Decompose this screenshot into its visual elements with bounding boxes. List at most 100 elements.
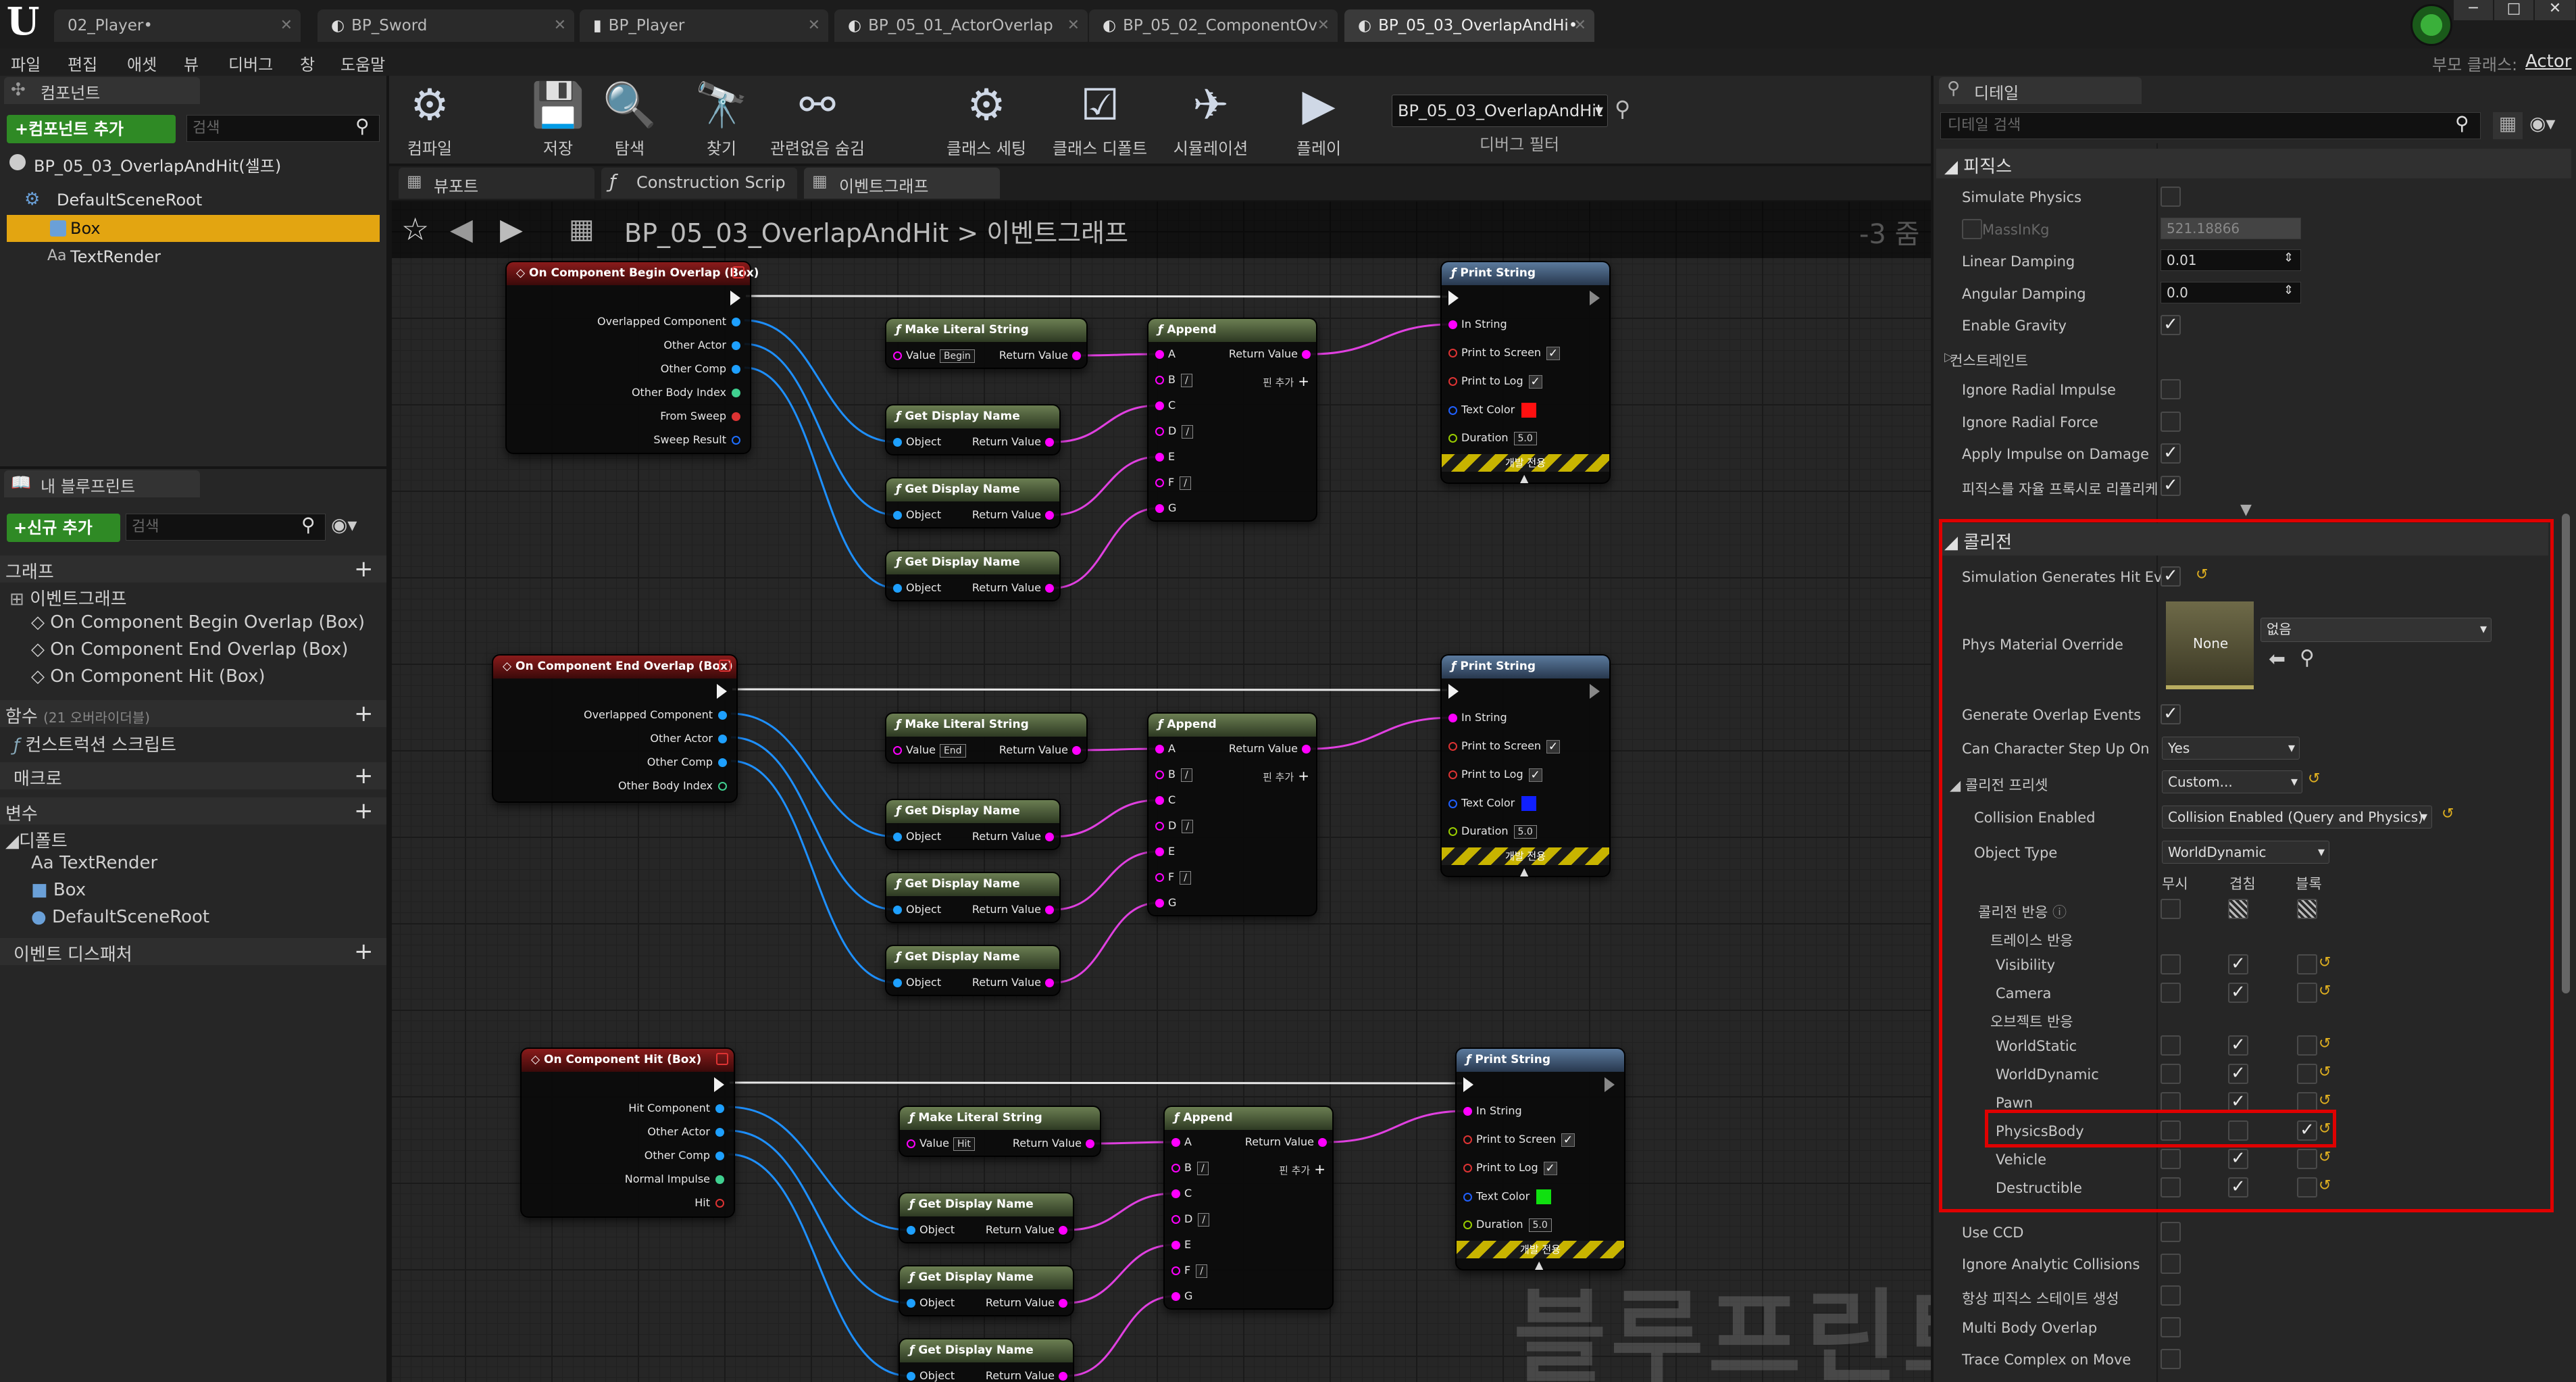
object-input-pin[interactable]: Object [893, 976, 941, 989]
append-node[interactable]: ƒ Append A B / C D / E F / G Return Value 핀 추가 + [1147, 318, 1317, 522]
get-display-name-node[interactable]: ƒ Get Display Name Object Return Value [885, 945, 1061, 996]
green-status-icon[interactable] [2410, 4, 2452, 46]
event-node[interactable]: ◇ On Component Hit (Box) Hit Component Oth… [520, 1047, 735, 1218]
play-button[interactable]: ▶ 플레이 [1265, 76, 1373, 159]
find-button[interactable]: 🔭 찾기 [667, 76, 776, 159]
window-minimize-button[interactable]: ─ [2454, 0, 2493, 20]
add-pin-button[interactable]: 핀 추가 + [1263, 373, 1309, 389]
dispatchers-header[interactable]: 이벤트 디스패처 + [0, 938, 386, 965]
pin-value-box[interactable]: / [1180, 768, 1192, 782]
physics-row-number-input[interactable]: 521.18866 [2161, 217, 2301, 239]
pin-checkbox[interactable]: ✓ [1528, 374, 1542, 389]
value-input-pin[interactable]: Value Hit [907, 1137, 975, 1151]
window-maximize-button[interactable]: □ [2494, 0, 2533, 20]
return-value-pin[interactable]: Return Value [972, 508, 1054, 521]
append-input-pin[interactable]: A [1171, 1135, 1192, 1148]
append-node[interactable]: ƒ Append A B / C D / E F / G Return Value 핀 추가 + [1163, 1106, 1334, 1310]
menu-item[interactable]: 디버그 [228, 51, 273, 75]
collision-extra-checkbox[interactable] [2161, 1254, 2181, 1274]
object-input-pin[interactable]: Object [893, 581, 941, 594]
append-input-pin[interactable]: G [1155, 896, 1176, 909]
append-input-pin[interactable]: E [1155, 845, 1175, 858]
object-input-pin[interactable]: Object [893, 903, 941, 916]
append-input-pin[interactable]: D / [1171, 1212, 1210, 1227]
add-function-icon[interactable]: + [354, 700, 374, 727]
event-output-pin[interactable]: Other Actor [647, 1125, 724, 1138]
eye-icon[interactable]: ◉▾ [2529, 112, 2556, 134]
close-icon[interactable]: ✕ [808, 9, 820, 42]
collision-extra-checkbox[interactable] [2161, 1317, 2181, 1337]
menu-item[interactable]: 파일 [11, 51, 41, 75]
component-defaultsceneroot[interactable]: ⚙ DefaultSceneRoot [7, 187, 380, 214]
get-display-name-node[interactable]: ƒ Get Display Name Object Return Value [885, 799, 1061, 850]
event-node[interactable]: ◇ On Component End Overlap (Box) Overlapp… [492, 654, 738, 803]
print-string-node[interactable]: ƒ Print String In String Print to Screen ✓ P… [1440, 654, 1611, 878]
variable-item-textrender[interactable]: Aa TextRender [31, 853, 157, 873]
append-input-pin[interactable]: F / [1155, 870, 1191, 885]
physics-section-header[interactable]: ◢ 피직스 [1936, 149, 2571, 178]
exec-in-pin[interactable] [1463, 1077, 1473, 1092]
pin-value-box[interactable]: / [1196, 1264, 1207, 1278]
exec-out-pin[interactable] [730, 291, 740, 305]
pin-value-box[interactable]: / [1180, 870, 1191, 885]
details-tab[interactable]: ⚲ 디테일 [1939, 77, 2142, 104]
mass-override-checkbox[interactable] [1962, 218, 1982, 239]
event-output-pin[interactable]: Other Actor [663, 339, 740, 351]
collision-extra-checkbox[interactable] [2161, 1349, 2181, 1369]
event-node[interactable]: ◇ On Component Begin Overlap (Box) Overla… [505, 261, 759, 454]
append-input-pin[interactable]: A [1155, 347, 1176, 360]
print-input-pin[interactable]: Duration 5.0 [1448, 431, 1537, 445]
pin-value-box[interactable]: / [1198, 1212, 1210, 1227]
event-output-pin[interactable]: Overlapped Component [597, 315, 740, 328]
value-input-pin[interactable]: Value Begin [893, 349, 975, 363]
add-graph-icon[interactable]: + [354, 556, 374, 583]
event-output-pin[interactable]: Other Body Index [618, 779, 727, 792]
physics-row-checkbox[interactable] [2161, 411, 2181, 432]
graphs-header[interactable]: 그래프 + [0, 556, 386, 583]
append-input-pin[interactable]: B / [1155, 768, 1192, 782]
append-input-pin[interactable]: C [1171, 1187, 1192, 1200]
print-input-pin[interactable]: Duration 5.0 [1448, 824, 1537, 839]
event-close-icon[interactable] [719, 660, 731, 672]
close-icon[interactable]: ✕ [280, 9, 293, 42]
print-input-pin[interactable]: In String [1448, 318, 1507, 330]
object-input-pin[interactable]: Object [893, 508, 941, 521]
expand-arrow-icon[interactable]: ▲ [1520, 865, 1528, 878]
text-color-swatch[interactable] [1521, 403, 1537, 418]
return-value-pin[interactable]: Return Value [986, 1296, 1067, 1309]
object-input-pin[interactable]: Object [893, 435, 941, 448]
append-input-pin[interactable]: C [1155, 399, 1176, 412]
search-icon[interactable]: ⚲ [1615, 96, 1630, 122]
append-node[interactable]: ƒ Append A B / C D / E F / G Return Value 핀 추가 + [1147, 712, 1317, 916]
print-input-pin[interactable]: Text Color [1463, 1189, 1552, 1204]
menu-item[interactable]: 창 [300, 51, 315, 75]
return-value-pin[interactable]: Return Value [972, 830, 1054, 843]
physics-row-checkbox[interactable]: ✓ [2161, 475, 2181, 496]
literal-value-box[interactable]: End [939, 743, 966, 758]
component-textrender[interactable]: Aa TextRender [7, 243, 380, 270]
object-input-pin[interactable]: Object [907, 1369, 955, 1382]
print-input-pin[interactable]: Print to Screen ✓ [1463, 1133, 1575, 1147]
pin-checkbox[interactable]: ✓ [1543, 1161, 1557, 1175]
collision-extra-checkbox[interactable] [2161, 1222, 2181, 1242]
append-input-pin[interactable]: B / [1155, 373, 1192, 387]
return-value-pin[interactable]: Return Value [972, 581, 1054, 594]
event-item-end-overlap[interactable]: ◇ On Component End Overlap (Box) [31, 639, 348, 660]
editor-tab[interactable]: ◐ BP_Sword ✕ [318, 9, 574, 42]
add-dispatcher-icon[interactable]: + [354, 938, 374, 965]
return-value-pin[interactable]: Return Value [999, 743, 1081, 756]
literal-value-box[interactable]: Begin [939, 349, 975, 363]
add-pin-button[interactable]: 핀 추가 + [1263, 768, 1309, 784]
variable-item-box[interactable]: ■ Box [31, 880, 86, 900]
close-icon[interactable]: ✕ [1317, 9, 1330, 42]
add-macro-icon[interactable]: + [354, 762, 374, 789]
append-input-pin[interactable]: G [1155, 501, 1176, 514]
physics-row-number-input[interactable]: 0.01 [2161, 249, 2301, 271]
text-color-swatch[interactable] [1521, 796, 1537, 811]
pin-checkbox[interactable]: ✓ [1546, 739, 1561, 754]
exec-in-pin[interactable] [1448, 291, 1459, 305]
menu-item[interactable]: 뷰 [184, 51, 199, 75]
details-search-input[interactable]: 디테일 검색 [1940, 112, 2481, 139]
exec-out-pin[interactable] [1590, 291, 1600, 305]
literal-value-box[interactable]: Hit [953, 1137, 975, 1151]
